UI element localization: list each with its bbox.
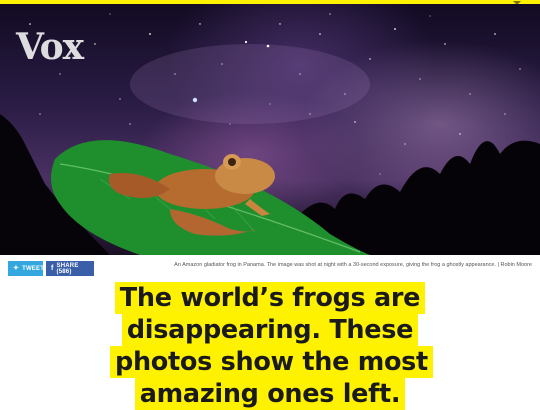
facebook-share-button[interactable]: f SHARE (586) [46,261,94,276]
headline-container: The world’s frogs are disappearing. Thes… [0,282,540,410]
share-toolbar: ✦ TWEET f SHARE (586) [0,255,540,281]
twitter-bird-icon: ✦ [13,265,20,272]
vox-logo[interactable]: Vox [16,26,84,68]
tweet-label: TWEET [22,265,45,272]
article-headline: The world’s frogs are disappearing. Thes… [110,282,433,410]
tweet-button[interactable]: ✦ TWEET [8,261,45,276]
hero-image: Vox [0,4,540,255]
share-label: SHARE (586) [56,262,79,275]
facebook-icon: f [51,265,54,272]
hero-caption: An Amazon gladiator frog in Panama. The … [174,262,532,268]
